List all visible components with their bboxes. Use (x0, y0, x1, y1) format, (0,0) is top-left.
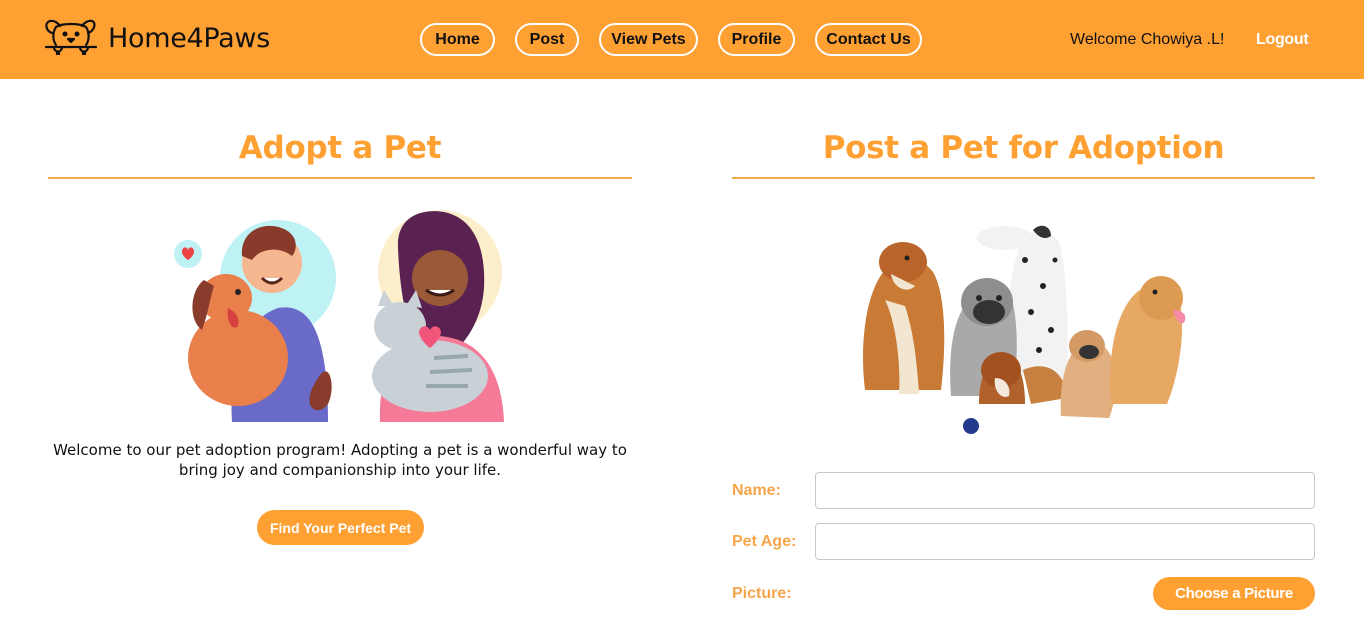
people-hugging-pets-illustration (174, 210, 504, 422)
logout-link[interactable]: Logout (1256, 30, 1309, 50)
nav-profile-button[interactable]: Profile (718, 23, 795, 56)
pet-age-input[interactable] (815, 523, 1315, 560)
brand-name[interactable]: Home4Paws (108, 22, 270, 56)
name-label: Name: (732, 482, 781, 499)
group-of-dogs-illustration (863, 225, 1186, 434)
adopt-divider (48, 177, 632, 179)
nav-contact-us-button[interactable]: Contact Us (815, 23, 922, 56)
nav-post-button[interactable]: Post (515, 23, 579, 56)
find-your-perfect-pet-button[interactable]: Find Your Perfect Pet (257, 510, 424, 545)
top-navbar: Home4Paws Home Post View Pets Profile Co… (0, 0, 1364, 79)
pet-age-label: Pet Age: (732, 533, 797, 550)
name-input[interactable] (815, 472, 1315, 509)
dog-face-icon[interactable] (42, 17, 100, 59)
picture-label: Picture: (732, 585, 792, 602)
adopt-title: Adopt a Pet (238, 130, 442, 166)
post-divider (732, 177, 1315, 179)
nav-view-pets-button[interactable]: View Pets (599, 23, 698, 56)
post-title: Post a Pet for Adoption (822, 130, 1225, 166)
adopt-intro-text: Welcome to our pet adoption program! Ado… (53, 441, 627, 479)
choose-a-picture-button[interactable]: Choose a Picture (1153, 577, 1315, 610)
nav-home-button[interactable]: Home (420, 23, 495, 56)
welcome-message: Welcome Chowiya .L! (1070, 31, 1225, 48)
